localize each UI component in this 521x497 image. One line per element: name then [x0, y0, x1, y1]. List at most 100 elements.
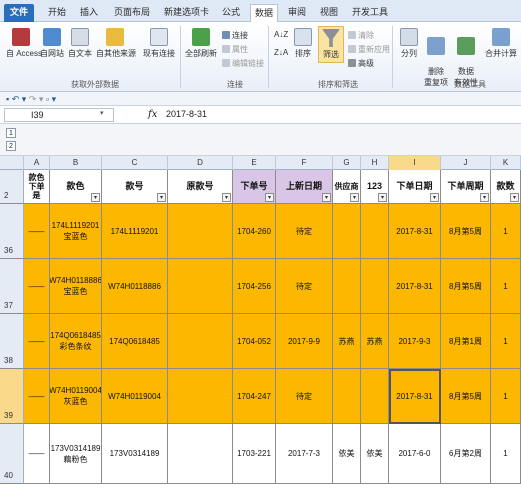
table-cell[interactable]: 1704-247: [233, 369, 276, 424]
row-header[interactable]: 36: [0, 204, 24, 259]
row-header[interactable]: 39: [0, 369, 24, 424]
insert-function-icon[interactable]: fx: [148, 109, 157, 120]
table-cell[interactable]: 1: [491, 259, 521, 314]
filter-dropdown-icon[interactable]: ▾: [510, 193, 519, 202]
table-cell[interactable]: [361, 204, 389, 259]
table-cell[interactable]: 8月第5周: [441, 259, 491, 314]
edit-links-button[interactable]: 编辑链接: [222, 58, 264, 69]
outline-level-2-button[interactable]: 2: [6, 141, 16, 151]
table-cell[interactable]: W74H0119004 灰蓝色: [50, 369, 102, 424]
text-to-columns-button[interactable]: 分列: [396, 28, 422, 59]
save-icon[interactable]: ▪: [6, 94, 9, 104]
tab-data[interactable]: 数据: [250, 4, 279, 23]
header-cell[interactable]: 供应商 ▾: [333, 170, 361, 204]
table-cell[interactable]: [361, 259, 389, 314]
existing-connections-button[interactable]: 现有连接: [142, 28, 176, 59]
table-cell[interactable]: 2017-7-3: [276, 424, 333, 484]
table-cell[interactable]: 2017-9-9: [276, 314, 333, 369]
table-cell[interactable]: 1: [491, 204, 521, 259]
row-header[interactable]: 2: [0, 170, 24, 204]
row-header[interactable]: 38: [0, 314, 24, 369]
table-cell[interactable]: 2017-6-0: [389, 424, 441, 484]
filter-dropdown-icon[interactable]: ▾: [378, 193, 387, 202]
table-cell[interactable]: 2017-8-31: [389, 259, 441, 314]
header-cell[interactable]: 款号 ▾: [102, 170, 168, 204]
table-cell[interactable]: [333, 204, 361, 259]
table-cell[interactable]: 1704-260: [233, 204, 276, 259]
print-preview-icon[interactable]: ▫ ▾: [46, 94, 56, 104]
advanced-filter-button[interactable]: 高级: [348, 58, 374, 69]
header-cell[interactable]: 款色 ▾: [50, 170, 102, 204]
tab-developer[interactable]: 开发工具: [348, 4, 392, 22]
table-cell[interactable]: 依美: [333, 424, 361, 484]
undo-icon[interactable]: ↶ ▾: [12, 94, 27, 104]
table-cell[interactable]: [168, 424, 233, 484]
properties-button[interactable]: 属性: [222, 44, 248, 55]
column-header-h[interactable]: H: [361, 156, 389, 170]
table-cell[interactable]: 6月第2周: [441, 424, 491, 484]
filter-dropdown-icon[interactable]: ▾: [265, 193, 274, 202]
table-cell[interactable]: [168, 314, 233, 369]
table-cell[interactable]: 2017-8-31: [389, 369, 441, 424]
table-cell[interactable]: 174L1119201: [102, 204, 168, 259]
select-all-corner[interactable]: [0, 156, 24, 170]
sort-button[interactable]: 排序: [292, 28, 314, 59]
table-cell[interactable]: ——: [24, 204, 50, 259]
sort-za-button[interactable]: Z↓A: [274, 48, 288, 57]
table-cell[interactable]: 2017-8-31: [389, 204, 441, 259]
row-header[interactable]: 37: [0, 259, 24, 314]
tab-formulas[interactable]: 公式: [218, 4, 244, 22]
outline-level-1-button[interactable]: 1: [6, 128, 16, 138]
table-cell[interactable]: 苏燕: [361, 314, 389, 369]
table-cell[interactable]: 1: [491, 369, 521, 424]
column-header-i[interactable]: I: [389, 156, 441, 170]
header-cell[interactable]: 上新日期 ▾: [276, 170, 333, 204]
filter-dropdown-icon[interactable]: ▾: [222, 193, 231, 202]
column-header-j[interactable]: J: [441, 156, 491, 170]
from-web-button[interactable]: 自网站: [40, 28, 64, 59]
table-cell[interactable]: [168, 259, 233, 314]
filter-dropdown-icon[interactable]: ▾: [350, 193, 359, 202]
tab-page-layout[interactable]: 页面布局: [110, 4, 154, 22]
tab-home[interactable]: 开始: [44, 4, 70, 22]
table-cell[interactable]: 8月第5周: [441, 204, 491, 259]
column-header-a[interactable]: A: [24, 156, 50, 170]
column-header-f[interactable]: F: [276, 156, 333, 170]
table-cell[interactable]: [333, 369, 361, 424]
table-cell[interactable]: 待定: [276, 259, 333, 314]
tab-view[interactable]: 视图: [316, 4, 342, 22]
table-cell[interactable]: ——: [24, 314, 50, 369]
filter-dropdown-icon[interactable]: ▾: [91, 193, 100, 202]
from-text-button[interactable]: 自文本: [68, 28, 92, 59]
table-cell[interactable]: 待定: [276, 204, 333, 259]
tab-new-tab[interactable]: 新建选项卡: [160, 4, 213, 22]
table-cell[interactable]: ——: [24, 369, 50, 424]
table-cell[interactable]: [168, 204, 233, 259]
from-access-button[interactable]: 自 Access: [6, 28, 42, 59]
table-cell[interactable]: 待定: [276, 369, 333, 424]
column-header-d[interactable]: D: [168, 156, 233, 170]
filter-dropdown-icon[interactable]: ▾: [430, 193, 439, 202]
table-cell[interactable]: [333, 259, 361, 314]
header-cell[interactable]: 款色 下单 是: [24, 170, 50, 204]
column-header-e[interactable]: E: [233, 156, 276, 170]
column-header-g[interactable]: G: [333, 156, 361, 170]
header-cell[interactable]: 下单日期 ▾: [389, 170, 441, 204]
header-cell[interactable]: 款数 ▾: [491, 170, 521, 204]
column-header-c[interactable]: C: [102, 156, 168, 170]
tab-review[interactable]: 审阅: [284, 4, 310, 22]
table-cell[interactable]: [168, 369, 233, 424]
connections-button[interactable]: 连接: [222, 30, 248, 41]
header-cell[interactable]: 123 ▾: [361, 170, 389, 204]
filter-dropdown-icon[interactable]: ▾: [322, 193, 331, 202]
table-cell[interactable]: ——: [24, 259, 50, 314]
clear-filter-button[interactable]: 清除: [348, 30, 374, 41]
table-cell[interactable]: [361, 369, 389, 424]
header-cell[interactable]: 下单周期 ▾: [441, 170, 491, 204]
table-cell[interactable]: 8月第5周: [441, 369, 491, 424]
sort-az-button[interactable]: A↓Z: [274, 30, 288, 39]
redo-icon[interactable]: ↷ ▾: [29, 94, 44, 104]
table-cell[interactable]: 1704-256: [233, 259, 276, 314]
table-cell[interactable]: 174Q0618485 彩色条纹: [50, 314, 102, 369]
filter-dropdown-icon[interactable]: ▾: [480, 193, 489, 202]
